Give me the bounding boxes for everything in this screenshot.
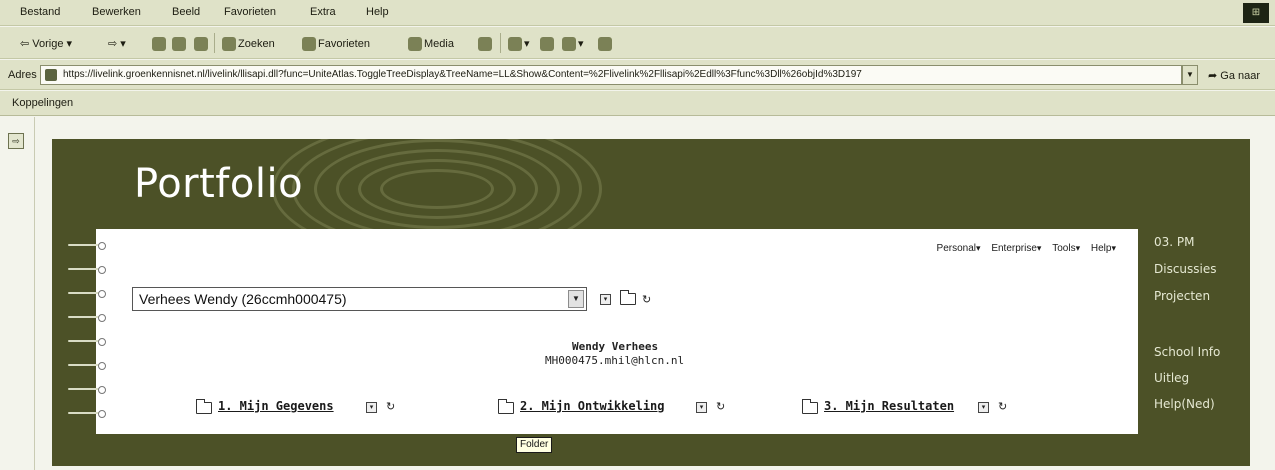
- menu-enterprise[interactable]: Enterprise: [991, 243, 1041, 254]
- menu-help[interactable]: Help: [1091, 243, 1116, 254]
- history-button[interactable]: [478, 37, 494, 51]
- refresh-icon[interactable]: ↻: [998, 400, 1007, 413]
- portfolio-card: Personal Enterprise Tools Help Verhees W…: [68, 229, 1138, 434]
- discuss-icon: [598, 37, 612, 51]
- folder-link-mijn-gegevens[interactable]: 1. Mijn Gegevens: [218, 399, 334, 413]
- function-menu-icon[interactable]: ▾: [696, 402, 707, 413]
- menu-tools[interactable]: Tools: [1052, 243, 1080, 254]
- nav-link-school-info[interactable]: School Info: [1154, 345, 1220, 359]
- url-input[interactable]: https://livelink.groenkennisnet.nl/livel…: [40, 65, 1182, 85]
- go-arrow-icon: ➦: [1208, 70, 1218, 82]
- folder-link-mijn-ontwikkeling[interactable]: 2. Mijn Ontwikkeling: [520, 399, 665, 413]
- home-button[interactable]: [194, 37, 210, 51]
- user-name: Wendy Verhees: [572, 340, 659, 353]
- folder-icon[interactable]: [196, 399, 212, 414]
- folder-icon[interactable]: [498, 399, 514, 414]
- refresh-icon: [172, 37, 186, 51]
- refresh-icon[interactable]: ↻: [642, 293, 651, 306]
- nav-link-03pm[interactable]: 03. PM: [1154, 235, 1195, 249]
- search-icon: [222, 37, 236, 51]
- user-email: MH000475.mhil@hlcn.nl: [545, 354, 685, 367]
- edit-button[interactable]: ▾: [562, 37, 584, 52]
- menu-bar: Bestand Bewerken Beeld Favorieten Extra …: [0, 0, 1275, 26]
- menu-extra[interactable]: Extra: [310, 6, 336, 18]
- toolbar-separator: [500, 33, 501, 53]
- windows-logo-icon: ⊞: [1243, 3, 1269, 23]
- address-bar: Adres https://livelink.groenkennisnet.nl…: [0, 60, 1275, 90]
- portal-frame: Portfolio 03. PM Discussies Projecten Sc…: [52, 139, 1250, 466]
- menu-beeld[interactable]: Beeld: [172, 6, 200, 18]
- page-content: ⇨ Portfolio 03. PM Discussies Projecten …: [0, 117, 1275, 470]
- menu-bewerken[interactable]: Bewerken: [92, 6, 141, 18]
- tooltip: Folder: [516, 437, 553, 453]
- workspace-select-value: Verhees Wendy (26ccmh000475): [139, 291, 347, 307]
- folder-link-mijn-resultaten[interactable]: 3. Mijn Resultaten: [824, 399, 954, 413]
- go-button[interactable]: ➦ Ga naar: [1208, 69, 1260, 82]
- forward-button[interactable]: ⇨ ▾: [108, 37, 126, 50]
- stop-icon: [152, 37, 166, 51]
- back-arrow-icon: ⇦: [20, 38, 30, 50]
- notebook-spiral-decoration: [68, 241, 108, 431]
- search-button[interactable]: Zoeken: [222, 37, 275, 51]
- function-menu-icon[interactable]: ▾: [978, 402, 989, 413]
- refresh-icon[interactable]: ↻: [386, 400, 395, 413]
- refresh-button[interactable]: [172, 37, 188, 51]
- home-icon: [194, 37, 208, 51]
- menu-personal[interactable]: Personal: [937, 243, 981, 254]
- mail-icon: [508, 37, 522, 52]
- menu-bestand[interactable]: Bestand: [20, 6, 60, 18]
- print-icon: [540, 37, 554, 51]
- menu-help[interactable]: Help: [366, 6, 389, 18]
- links-bar: Koppelingen: [0, 91, 1275, 116]
- media-button[interactable]: Media: [408, 37, 454, 51]
- nav-link-projecten[interactable]: Projecten: [1154, 289, 1210, 303]
- divider: [34, 117, 35, 470]
- function-menu-icon[interactable]: ▾: [366, 402, 377, 413]
- discuss-button[interactable]: [598, 37, 614, 51]
- open-folder-icon[interactable]: [620, 290, 636, 305]
- function-menu-icon[interactable]: ▾: [600, 294, 611, 305]
- edit-icon: [562, 37, 576, 52]
- print-button[interactable]: [540, 37, 556, 51]
- chevron-down-icon[interactable]: ▼: [568, 290, 584, 308]
- standard-toolbar: ⇦ Vorige ▾ ⇨ ▾ Zoeken Favorieten Media ▾…: [0, 27, 1275, 59]
- nav-link-uitleg[interactable]: Uitleg: [1154, 371, 1189, 385]
- mail-button[interactable]: ▾: [508, 37, 530, 52]
- folder-icon[interactable]: [802, 399, 818, 414]
- url-dropdown-button[interactable]: ▼: [1182, 65, 1198, 85]
- history-icon: [478, 37, 492, 51]
- panel-toggle-icon[interactable]: ⇨: [8, 133, 24, 149]
- links-label[interactable]: Koppelingen: [12, 97, 73, 109]
- workspace-select[interactable]: Verhees Wendy (26ccmh000475) ▼: [132, 287, 587, 311]
- favorites-button[interactable]: Favorieten: [302, 37, 370, 51]
- media-icon: [408, 37, 422, 51]
- back-button[interactable]: ⇦ Vorige ▾: [20, 37, 72, 50]
- nav-link-discussies[interactable]: Discussies: [1154, 262, 1217, 276]
- toolbar-separator: [214, 33, 215, 53]
- portal-title: Portfolio: [134, 161, 304, 207]
- stop-button[interactable]: [152, 37, 168, 51]
- global-menu: Personal Enterprise Tools Help: [929, 243, 1116, 254]
- favorites-icon: [302, 37, 316, 51]
- menu-favorieten[interactable]: Favorieten: [224, 6, 276, 18]
- page-icon: [45, 69, 57, 81]
- nav-link-help[interactable]: Help(Ned): [1154, 397, 1215, 411]
- refresh-icon[interactable]: ↻: [716, 400, 725, 413]
- address-label: Adres: [8, 69, 37, 81]
